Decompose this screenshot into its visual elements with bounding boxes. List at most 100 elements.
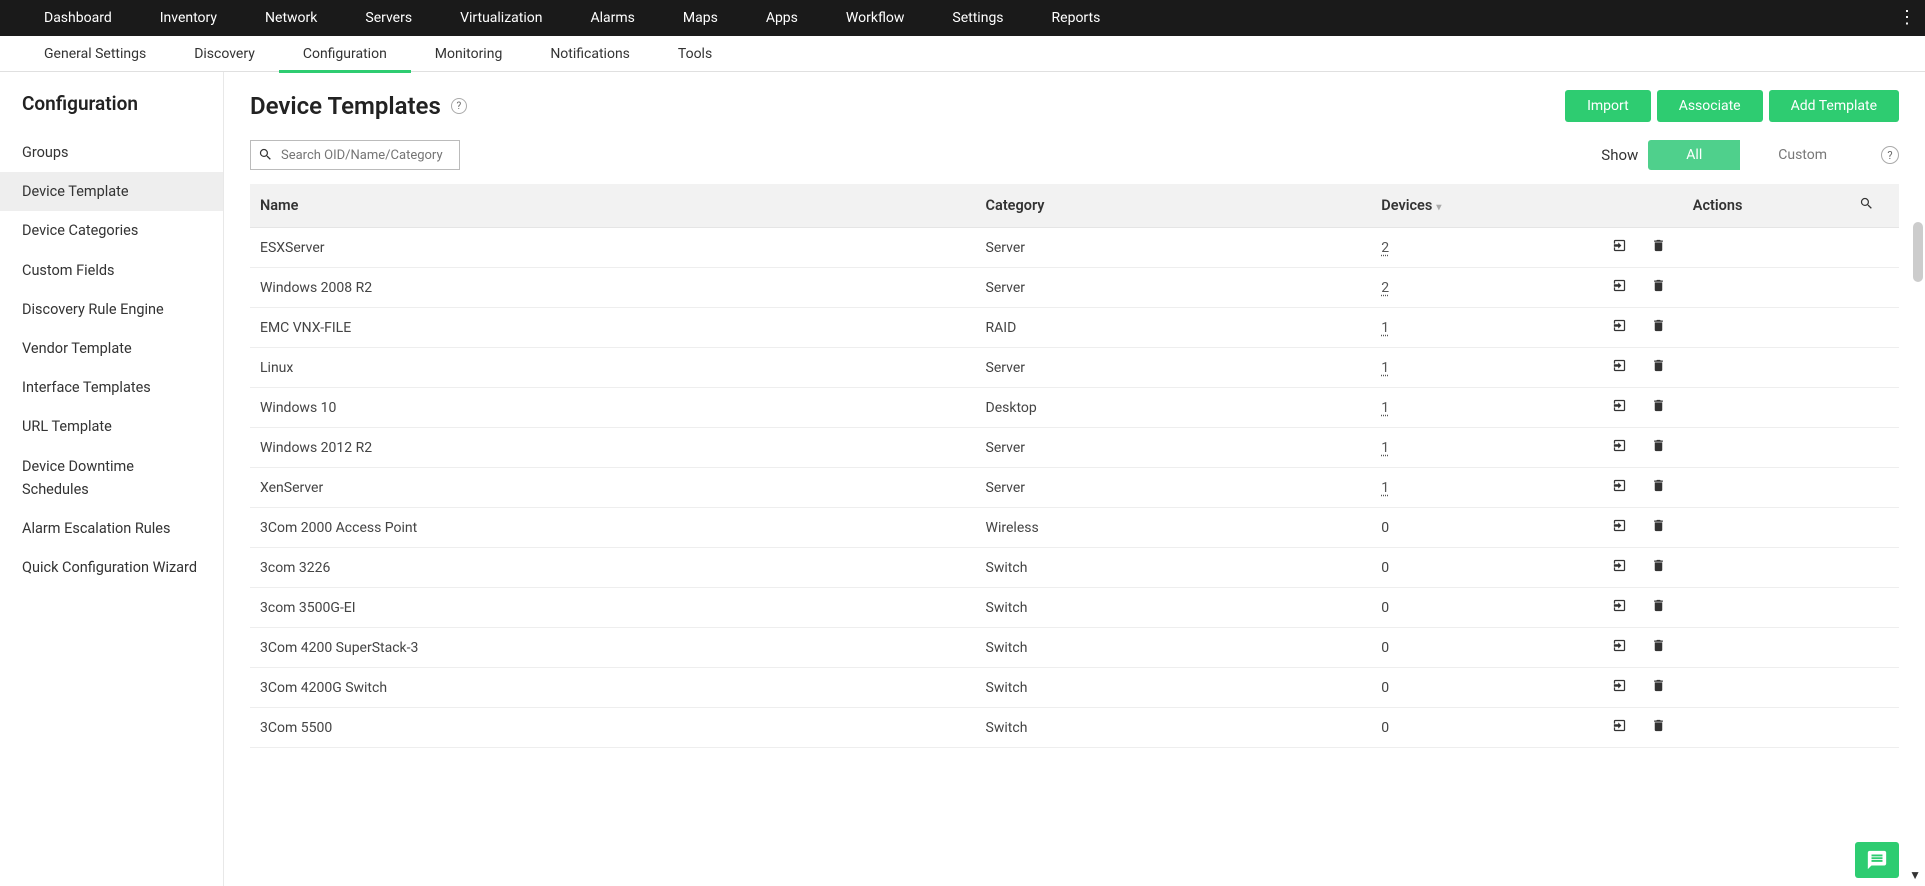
cell-actions [1602, 228, 1833, 268]
delete-icon[interactable] [1651, 558, 1666, 577]
column-search-icon[interactable] [1859, 196, 1874, 211]
delete-icon[interactable] [1651, 238, 1666, 257]
export-icon[interactable] [1612, 398, 1627, 417]
col-devices[interactable]: Devices▾ [1371, 184, 1602, 228]
subnav-item-notifications[interactable]: Notifications [526, 36, 654, 72]
sidebar-item-custom-fields[interactable]: Custom Fields [0, 251, 223, 290]
corner-caret-icon[interactable]: ▼ [1909, 868, 1921, 882]
cell-devices[interactable]: 1 [1371, 348, 1602, 388]
subnav-item-discovery[interactable]: Discovery [170, 36, 279, 72]
sidebar-item-vendor-template[interactable]: Vendor Template [0, 329, 223, 368]
scrollbar[interactable] [1913, 222, 1923, 282]
cell-devices[interactable]: 0 [1371, 508, 1602, 548]
sidebar-item-quick-configuration-wizard[interactable]: Quick Configuration Wizard [0, 548, 223, 587]
delete-icon[interactable] [1651, 398, 1666, 417]
cell-name[interactable]: XenServer [250, 468, 976, 508]
show-help-icon[interactable]: ? [1881, 146, 1899, 164]
cell-name[interactable]: ESXServer [250, 228, 976, 268]
subnav-item-monitoring[interactable]: Monitoring [411, 36, 527, 72]
subnav-item-configuration[interactable]: Configuration [279, 36, 411, 72]
cell-name[interactable]: Windows 2012 R2 [250, 428, 976, 468]
col-name[interactable]: Name [250, 184, 976, 228]
cell-name[interactable]: Windows 10 [250, 388, 976, 428]
sidebar-item-discovery-rule-engine[interactable]: Discovery Rule Engine [0, 290, 223, 329]
add-template-button[interactable]: Add Template [1769, 90, 1899, 122]
topnav-item-virtualization[interactable]: Virtualization [436, 0, 566, 36]
topnav-item-dashboard[interactable]: Dashboard [20, 0, 136, 36]
topnav-item-apps[interactable]: Apps [742, 0, 822, 36]
associate-button[interactable]: Associate [1657, 90, 1763, 122]
cell-devices[interactable]: 1 [1371, 308, 1602, 348]
chat-fab[interactable] [1855, 842, 1899, 878]
table-row: 3com 3500G-EISwitch0 [250, 588, 1899, 628]
sidebar-item-interface-templates[interactable]: Interface Templates [0, 368, 223, 407]
search-input[interactable] [250, 140, 460, 170]
sidebar-item-device-categories[interactable]: Device Categories [0, 211, 223, 250]
export-icon[interactable] [1612, 558, 1627, 577]
cell-devices[interactable]: 0 [1371, 588, 1602, 628]
sidebar-title: Configuration [0, 92, 223, 133]
cell-devices[interactable]: 1 [1371, 468, 1602, 508]
cell-devices[interactable]: 0 [1371, 628, 1602, 668]
sidebar-item-device-template[interactable]: Device Template [0, 172, 223, 211]
import-button[interactable]: Import [1565, 90, 1651, 122]
export-icon[interactable] [1612, 238, 1627, 257]
topnav-item-workflow[interactable]: Workflow [822, 0, 929, 36]
delete-icon[interactable] [1651, 478, 1666, 497]
subnav-item-tools[interactable]: Tools [654, 36, 736, 72]
topnav-item-reports[interactable]: Reports [1028, 0, 1125, 36]
export-icon[interactable] [1612, 598, 1627, 617]
cell-devices[interactable]: 0 [1371, 708, 1602, 748]
delete-icon[interactable] [1651, 358, 1666, 377]
sidebar-item-url-template[interactable]: URL Template [0, 407, 223, 446]
sidebar-item-alarm-escalation-rules[interactable]: Alarm Escalation Rules [0, 509, 223, 548]
export-icon[interactable] [1612, 318, 1627, 337]
cell-name[interactable]: 3Com 2000 Access Point [250, 508, 976, 548]
delete-icon[interactable] [1651, 678, 1666, 697]
export-icon[interactable] [1612, 678, 1627, 697]
topnav-item-network[interactable]: Network [241, 0, 341, 36]
cell-name[interactable]: Windows 2008 R2 [250, 268, 976, 308]
help-icon[interactable]: ? [451, 98, 467, 114]
delete-icon[interactable] [1651, 518, 1666, 537]
cell-name[interactable]: 3Com 4200 SuperStack-3 [250, 628, 976, 668]
export-icon[interactable] [1612, 438, 1627, 457]
topnav-item-settings[interactable]: Settings [928, 0, 1027, 36]
topnav-item-inventory[interactable]: Inventory [136, 0, 241, 36]
delete-icon[interactable] [1651, 598, 1666, 617]
topnav-item-maps[interactable]: Maps [659, 0, 742, 36]
sidebar-item-device-downtime-schedules[interactable]: Device Downtime Schedules [0, 447, 223, 509]
topnav-item-servers[interactable]: Servers [341, 0, 436, 36]
cell-name[interactable]: 3com 3500G-EI [250, 588, 976, 628]
topnav-item-alarms[interactable]: Alarms [566, 0, 658, 36]
more-menu-icon[interactable]: ⋮ [1898, 9, 1915, 27]
cell-name[interactable]: 3com 3226 [250, 548, 976, 588]
cell-name[interactable]: 3Com 5500 [250, 708, 976, 748]
export-icon[interactable] [1612, 358, 1627, 377]
delete-icon[interactable] [1651, 278, 1666, 297]
cell-devices[interactable]: 2 [1371, 228, 1602, 268]
delete-icon[interactable] [1651, 318, 1666, 337]
sidebar-item-groups[interactable]: Groups [0, 133, 223, 172]
col-search[interactable] [1833, 184, 1899, 228]
export-icon[interactable] [1612, 518, 1627, 537]
export-icon[interactable] [1612, 638, 1627, 657]
cell-devices[interactable]: 1 [1371, 428, 1602, 468]
delete-icon[interactable] [1651, 718, 1666, 737]
export-icon[interactable] [1612, 718, 1627, 737]
export-icon[interactable] [1612, 478, 1627, 497]
show-all-button[interactable]: All [1648, 140, 1740, 170]
cell-devices[interactable]: 0 [1371, 548, 1602, 588]
col-category[interactable]: Category [976, 184, 1372, 228]
cell-devices[interactable]: 1 [1371, 388, 1602, 428]
show-custom-button[interactable]: Custom [1740, 140, 1865, 170]
delete-icon[interactable] [1651, 638, 1666, 657]
cell-name[interactable]: EMC VNX-FILE [250, 308, 976, 348]
export-icon[interactable] [1612, 278, 1627, 297]
cell-name[interactable]: 3Com 4200G Switch [250, 668, 976, 708]
cell-name[interactable]: Linux [250, 348, 976, 388]
cell-devices[interactable]: 2 [1371, 268, 1602, 308]
delete-icon[interactable] [1651, 438, 1666, 457]
subnav-item-general-settings[interactable]: General Settings [20, 36, 170, 72]
cell-devices[interactable]: 0 [1371, 668, 1602, 708]
